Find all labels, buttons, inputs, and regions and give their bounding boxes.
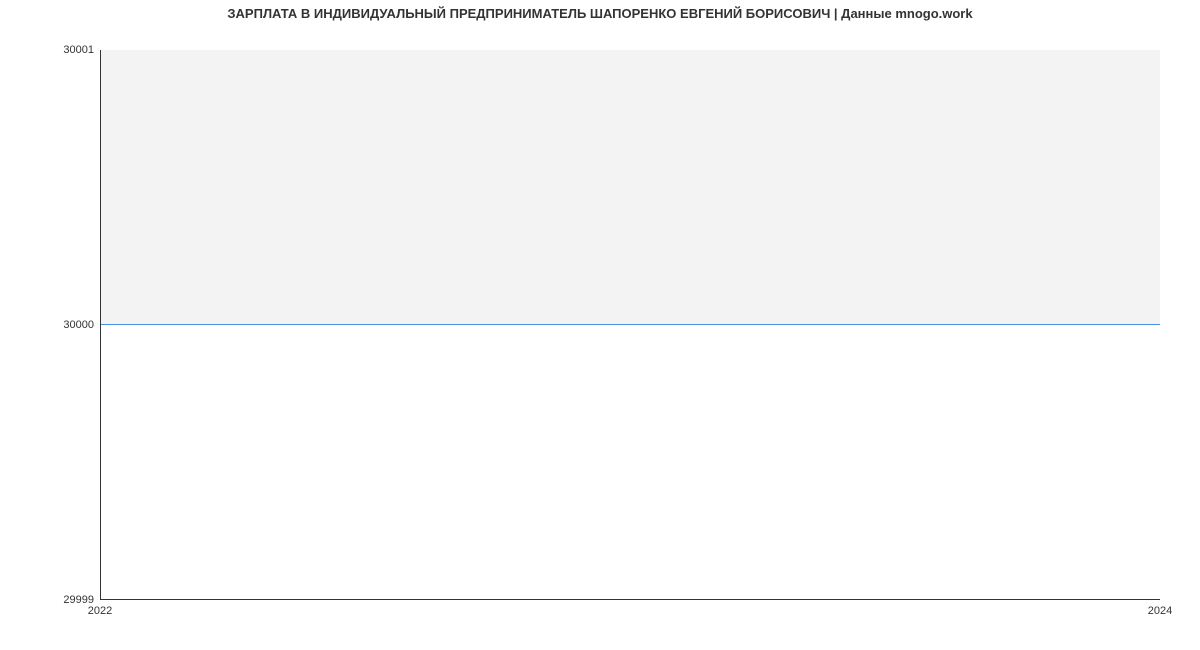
y-tick-bottom: 29999 bbox=[34, 594, 94, 606]
chart-title: ЗАРПЛАТА В ИНДИВИДУАЛЬНЫЙ ПРЕДПРИНИМАТЕЛ… bbox=[0, 6, 1200, 21]
chart-container: ЗАРПЛАТА В ИНДИВИДУАЛЬНЫЙ ПРЕДПРИНИМАТЕЛ… bbox=[0, 0, 1200, 650]
x-tick-right: 2024 bbox=[1148, 605, 1172, 617]
series-line bbox=[101, 324, 1160, 325]
x-tick-left: 2022 bbox=[88, 605, 112, 617]
area-fill bbox=[101, 50, 1160, 324]
plot-area bbox=[100, 50, 1160, 600]
y-tick-top: 30001 bbox=[34, 44, 94, 56]
y-tick-mid: 30000 bbox=[34, 319, 94, 331]
